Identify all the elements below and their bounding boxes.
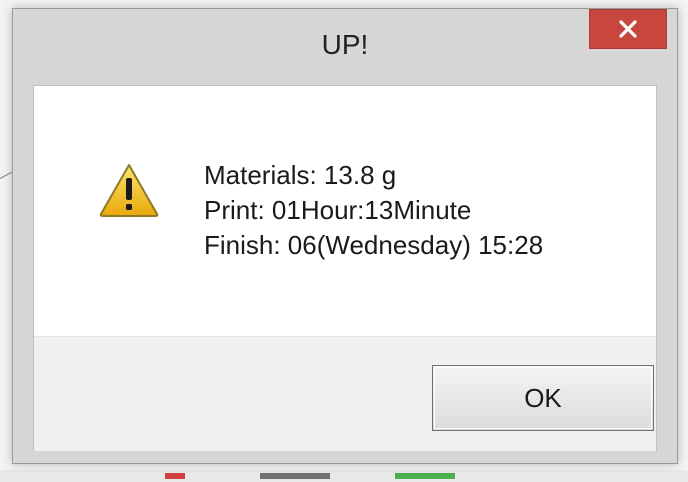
close-button[interactable]: [589, 9, 667, 49]
background-strip: [0, 470, 688, 482]
ok-button[interactable]: OK: [432, 365, 654, 431]
materials-line: Materials: 13.8 g: [204, 160, 397, 190]
message-text: Materials: 13.8 g Print: 01Hour:13Minute…: [204, 158, 543, 263]
warning-icon: [99, 164, 159, 217]
button-bar: OK: [34, 336, 656, 451]
title-bar[interactable]: UP!: [13, 9, 677, 83]
print-time-line: Print: 01Hour:13Minute: [204, 195, 472, 225]
message-area: Materials: 13.8 g Print: 01Hour:13Minute…: [34, 86, 656, 336]
window-title: UP!: [321, 29, 369, 60]
dialog-window: UP! Materials: 13.8 g Print: 01Hour:13Mi…: [12, 8, 678, 464]
finish-time-line: Finish: 06(Wednesday) 15:28: [204, 230, 544, 260]
dialog-client-area: Materials: 13.8 g Print: 01Hour:13Minute…: [33, 85, 657, 451]
close-icon: [619, 20, 637, 38]
